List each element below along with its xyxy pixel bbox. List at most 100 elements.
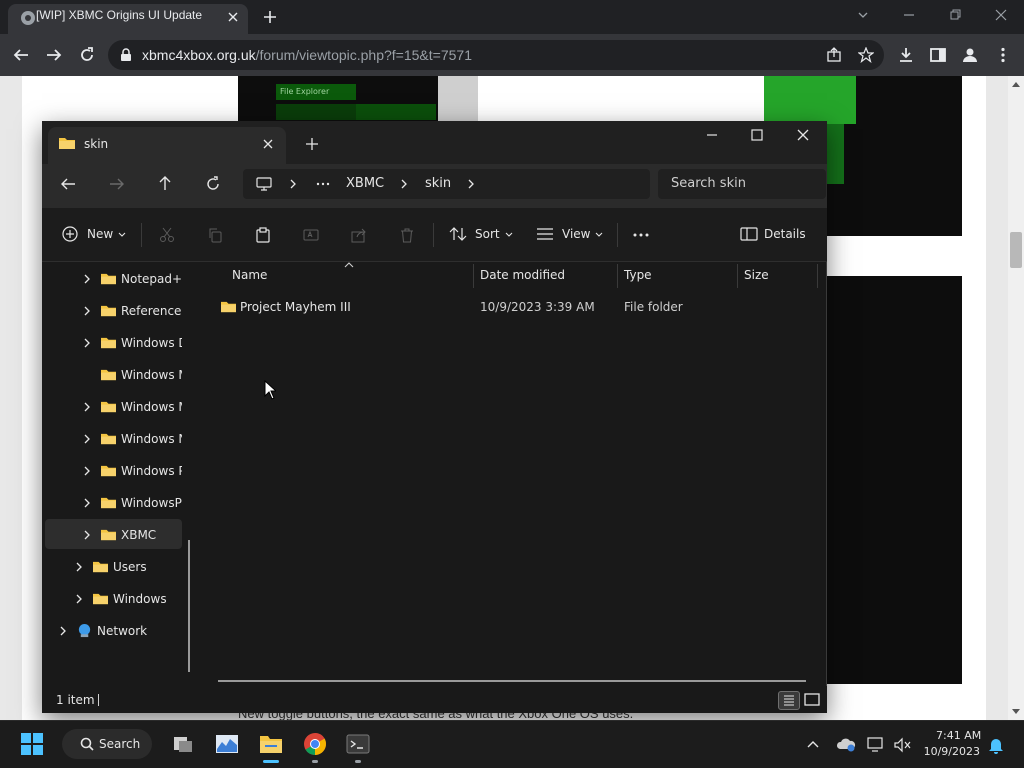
this-pc-icon[interactable]: [256, 176, 272, 192]
start-button-icon[interactable]: [21, 733, 43, 755]
taskbar-date[interactable]: 10/9/2023: [922, 745, 980, 758]
paste-icon[interactable]: [255, 227, 271, 243]
breadcrumb-overflow-icon[interactable]: [315, 176, 331, 192]
volume-muted-icon[interactable]: [893, 737, 911, 753]
tab-search-chevron-icon[interactable]: [856, 8, 870, 22]
new-button[interactable]: New: [62, 226, 127, 242]
chrome-taskbar-icon[interactable]: [303, 732, 327, 756]
reload-icon[interactable]: [78, 46, 96, 64]
onedrive-icon[interactable]: [836, 736, 856, 752]
close-window-icon[interactable]: [796, 128, 810, 142]
sidebar-item-label[interactable]: Windows Photo Viewer: [121, 464, 182, 478]
details-view-toggle[interactable]: [778, 691, 800, 710]
up-arrow-icon[interactable]: [157, 175, 173, 191]
copy-icon[interactable]: [207, 227, 223, 243]
view-button[interactable]: View: [536, 226, 604, 242]
folder-icon: [100, 335, 117, 350]
bookmark-star-icon[interactable]: [858, 47, 874, 63]
close-tab-icon[interactable]: [226, 10, 240, 24]
expand-chevron-icon[interactable]: [82, 337, 92, 349]
column-header-name[interactable]: Name: [232, 268, 267, 282]
sidebar-item-label[interactable]: Windows Mail: [121, 368, 182, 382]
file-name[interactable]: Project Mayhem III: [240, 300, 351, 314]
forward-arrow-icon[interactable]: [45, 46, 63, 64]
sidebar-item-label[interactable]: Windows: [113, 592, 182, 606]
expand-chevron-icon[interactable]: [82, 465, 92, 477]
share-icon[interactable]: [351, 227, 367, 243]
expand-chevron-icon[interactable]: [82, 273, 92, 285]
chevron-up-icon[interactable]: [806, 738, 820, 750]
cut-icon[interactable]: [159, 227, 175, 243]
browser-menu-icon[interactable]: [994, 46, 1012, 64]
file-explorer-taskbar-icon[interactable]: [259, 733, 283, 755]
new-tab-icon[interactable]: [262, 9, 278, 25]
page-scroll-thumb[interactable]: [1010, 232, 1022, 268]
breadcrumb-chevron-icon[interactable]: [466, 178, 476, 190]
breadcrumb-chevron-icon[interactable]: [288, 178, 298, 190]
column-header-size[interactable]: Size: [744, 268, 769, 282]
sidebar-item-label[interactable]: XBMC: [121, 528, 182, 542]
maximize-window-icon[interactable]: [750, 128, 764, 142]
breadcrumb-item[interactable]: XBMC: [346, 176, 384, 191]
network-icon[interactable]: [867, 736, 885, 752]
expand-chevron-icon[interactable]: [82, 433, 92, 445]
sidebar-item-label[interactable]: Notepad++: [121, 272, 182, 286]
sort-button[interactable]: Sort: [449, 226, 514, 242]
more-options-icon[interactable]: [632, 227, 650, 243]
sidebar-item-label[interactable]: Windows Media Player: [121, 400, 182, 414]
expand-chevron-icon[interactable]: [82, 401, 92, 413]
rename-icon[interactable]: [303, 227, 319, 243]
sidebar-item-label[interactable]: Users: [113, 560, 182, 574]
back-arrow-icon[interactable]: [60, 176, 76, 192]
close-browser-icon[interactable]: [994, 8, 1008, 22]
restore-browser-icon[interactable]: [948, 8, 962, 22]
details-pane-button[interactable]: Details: [740, 226, 806, 242]
delete-icon[interactable]: [399, 227, 415, 243]
page-url[interactable]: xbmc4xbox.org.uk/forum/viewtopic.php?f=1…: [142, 47, 472, 63]
minimize-browser-icon[interactable]: [902, 8, 916, 22]
expand-chevron-icon[interactable]: [58, 625, 68, 637]
column-divider[interactable]: [737, 264, 738, 288]
new-tab-icon[interactable]: [305, 137, 319, 151]
back-arrow-icon[interactable]: [12, 46, 30, 64]
page-scrollbar[interactable]: [1008, 76, 1024, 720]
expand-chevron-icon[interactable]: [74, 561, 84, 573]
expand-chevron-icon[interactable]: [82, 529, 92, 541]
column-header-date[interactable]: Date modified: [480, 268, 565, 282]
refresh-icon[interactable]: [205, 176, 221, 192]
minimize-window-icon[interactable]: [705, 128, 719, 142]
sidebar-item-label[interactable]: Reference Assemblies: [121, 304, 182, 318]
tiles-view-toggle[interactable]: [802, 691, 822, 710]
folder-icon: [100, 495, 117, 510]
file-list-scrollbar[interactable]: [218, 680, 806, 682]
profile-avatar-icon[interactable]: [961, 46, 979, 64]
task-view-icon[interactable]: [172, 733, 194, 755]
download-icon[interactable]: [897, 46, 915, 64]
sidebar-item-label[interactable]: Network: [97, 624, 182, 638]
column-header-type[interactable]: Type: [624, 268, 652, 282]
sidebar-item-label[interactable]: Windows NT: [121, 432, 182, 446]
column-divider[interactable]: [617, 264, 618, 288]
lock-icon[interactable]: [120, 48, 132, 62]
expand-chevron-icon[interactable]: [82, 497, 92, 509]
folder-icon: [92, 591, 109, 606]
side-panel-icon[interactable]: [929, 46, 947, 64]
scroll-down-icon[interactable]: [1011, 708, 1021, 716]
task-manager-icon[interactable]: [215, 733, 239, 755]
breadcrumb-chevron-icon[interactable]: [399, 178, 409, 190]
sidebar-item-label[interactable]: WindowsPowerShell: [121, 496, 182, 510]
taskbar-time[interactable]: 7:41 AM: [936, 729, 981, 742]
breadcrumb-item[interactable]: skin: [425, 176, 451, 191]
notification-bell-icon[interactable]: [988, 736, 1004, 754]
nav-pane-scrollbar[interactable]: [188, 540, 190, 672]
close-tab-icon[interactable]: [262, 138, 274, 150]
expand-chevron-icon[interactable]: [74, 593, 84, 605]
sidebar-item-label[interactable]: Windows Defender: [121, 336, 182, 350]
scroll-up-icon[interactable]: [1011, 80, 1021, 88]
share-icon[interactable]: [826, 47, 842, 63]
column-divider[interactable]: [473, 264, 474, 288]
column-divider[interactable]: [817, 264, 818, 288]
terminal-taskbar-icon[interactable]: [346, 733, 370, 755]
expand-chevron-icon[interactable]: [82, 305, 92, 317]
forward-arrow-icon[interactable]: [109, 176, 125, 192]
